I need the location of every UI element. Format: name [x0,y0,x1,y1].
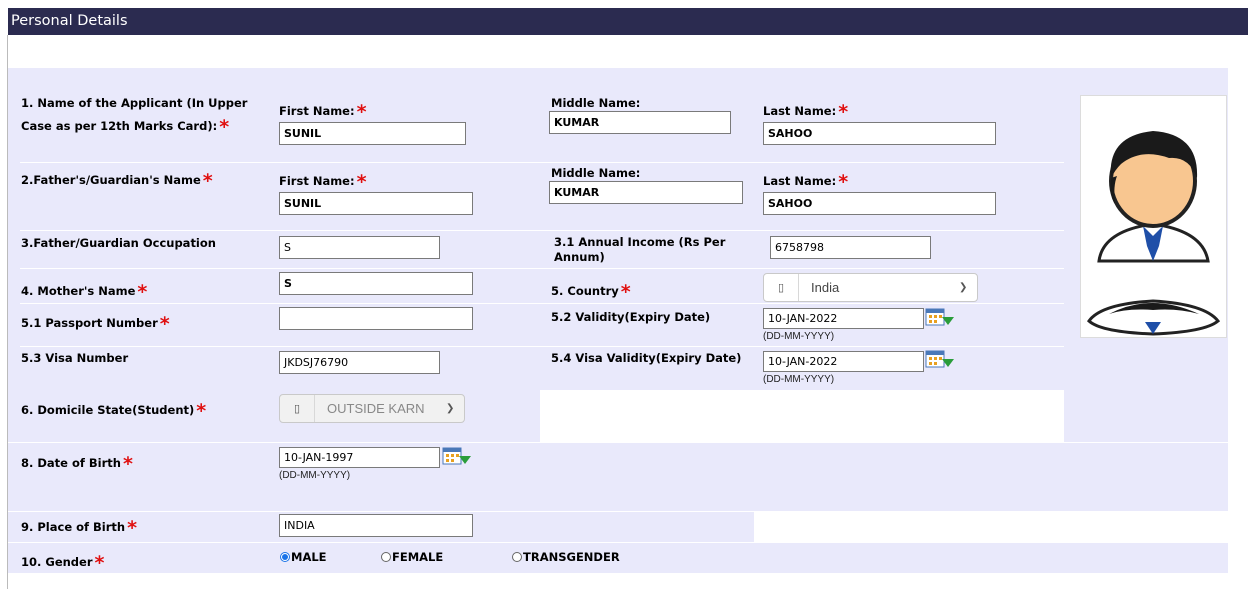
passport-validity-label: 5.2 Validity(Expiry Date) [551,310,711,324]
applicant-first-name-input[interactable]: SUNIL [279,122,466,145]
passport-number-label: 5.1 Passport Number * [21,313,170,335]
visa-number-input[interactable]: JKDSJ76790 [279,351,440,374]
applicant-photo [1080,95,1227,338]
required-star: * [219,116,230,138]
dob-input[interactable]: 10-JAN-1997 [279,447,440,468]
chevron-down-icon: ❯ [959,282,968,293]
domicile-selected-value: OUTSIDE KARN [327,401,425,416]
father-first-name-input[interactable]: SUNIL [279,192,473,215]
country-selected-value: India [811,280,840,295]
required-star: * [159,313,170,335]
occupation-input[interactable]: S [279,236,440,259]
gender-radio-transgender[interactable]: TRANSGENDER [512,550,620,564]
gender-label: 10. Gender * [21,552,105,574]
dob-hint: (DD-MM-YYYY) [279,470,351,481]
father-last-label: Last Name: * [763,171,849,193]
radio-button[interactable] [381,552,391,562]
passport-validity-input[interactable]: 10-JAN-2022 [763,308,924,329]
passport-number-input[interactable] [279,307,473,330]
country-select-icon: ▯ [764,274,799,301]
gender-radio-male[interactable]: MALE [280,550,327,564]
place-of-birth-input[interactable]: INDIA [279,514,473,537]
passport-validity-hint: (DD-MM-YYYY) [763,331,835,342]
required-star: * [127,517,138,539]
dob-label: 8. Date of Birth * [21,453,133,475]
visa-validity-input[interactable]: 10-JAN-2022 [763,351,924,372]
calendar-icon[interactable] [925,308,955,328]
domicile-select-icon: ▯ [280,395,315,422]
occupation-label: 3.Father/Guardian Occupation [21,236,216,250]
domicile-blank-cell [541,391,1063,442]
applicant-last-label: Last Name: * [763,101,849,123]
dob-band [8,443,1228,511]
row-divider [20,268,1064,269]
father-first-label: First Name: * [279,171,367,193]
required-star: * [356,101,367,123]
radio-button[interactable] [512,552,522,562]
calendar-icon[interactable] [442,447,472,467]
income-input[interactable]: 6758798 [770,236,931,259]
domicile-band-right [1064,390,1228,442]
applicant-name-label: 1. Name of the Applicant (In Upper Case … [21,96,248,138]
required-star: * [356,171,367,193]
applicant-first-label: First Name: * [279,101,367,123]
visa-validity-label: 5.4 Visa Validity(Expiry Date) [551,351,742,365]
country-label: 5. Country * [551,281,631,303]
required-star: * [122,453,133,475]
applicant-middle-name-input[interactable]: KUMAR [549,111,731,134]
calendar-icon[interactable] [925,350,955,370]
father-name-label: 2.Father's/Guardian's Name * [21,170,213,192]
father-middle-label: Middle Name: [551,166,641,180]
row-divider [20,303,1064,304]
country-select[interactable]: ▯ India ❯ [763,273,978,302]
father-middle-name-input[interactable]: KUMAR [549,181,743,204]
gender-radio-female[interactable]: FEMALE [381,550,443,564]
row-divider [20,162,1064,163]
form-top-band [8,68,1228,90]
section-header: Personal Details [8,8,1248,35]
mother-name-input[interactable]: S [279,272,473,295]
visa-validity-hint: (DD-MM-YYYY) [763,374,835,385]
required-star: * [620,281,631,303]
visa-number-label: 5.3 Visa Number [21,351,129,365]
required-star: * [838,171,849,193]
domicile-select[interactable]: ▯ OUTSIDE KARN ❯ [279,394,465,423]
radio-button[interactable] [280,552,290,562]
required-star: * [202,170,213,192]
row-divider [20,346,1064,347]
required-star: * [94,552,105,574]
required-star: * [838,101,849,123]
mother-name-label: 4. Mother's Name * [21,281,148,303]
applicant-last-name-input[interactable]: SAHOO [763,122,996,145]
section-title: Personal Details [11,13,128,29]
father-last-name-input[interactable]: SAHOO [763,192,996,215]
applicant-middle-label: Middle Name: [551,96,641,110]
user-avatar-icon [1087,131,1221,336]
domicile-label: 6. Domicile State(Student) * [21,400,207,422]
income-label: 3.1 Annual Income (Rs Per Annum) [554,235,726,264]
row-divider [20,230,1064,231]
required-star: * [137,281,148,303]
required-star: * [196,400,207,422]
place-of-birth-label: 9. Place of Birth * [21,517,138,539]
chevron-down-icon: ❯ [446,403,455,414]
